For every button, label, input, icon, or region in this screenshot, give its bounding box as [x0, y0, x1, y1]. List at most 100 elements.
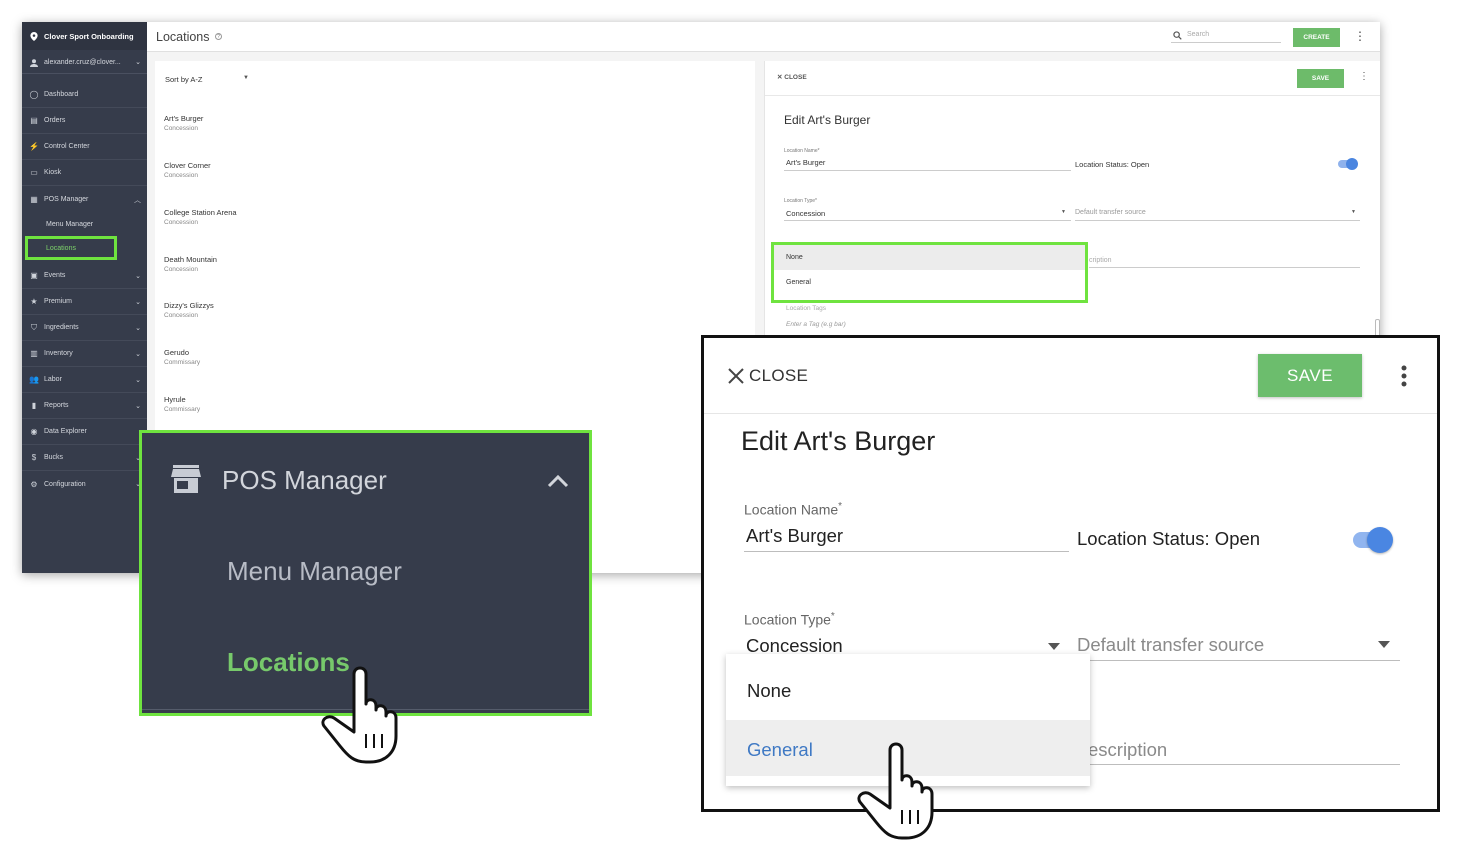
bar-chart-icon: ▮	[31, 401, 37, 410]
description-field[interactable]: escription	[1088, 739, 1167, 761]
sidebar-item-data-explorer[interactable]: ◉ Data Explorer	[22, 419, 147, 445]
menu-manager-link[interactable]: Menu Manager	[227, 556, 402, 587]
calendar-icon: ▣	[30, 271, 38, 280]
location-name-field[interactable]: Art's Burger	[746, 525, 843, 547]
sidebar-item-locations[interactable]: Locations	[25, 236, 117, 260]
location-type: Concession	[164, 219, 198, 226]
sidebar-item-label: Locations	[46, 244, 76, 252]
close-icon[interactable]	[726, 366, 746, 386]
transfer-source-select[interactable]: Default transfer source	[1077, 634, 1264, 656]
location-name: Clover Corner	[164, 161, 211, 170]
location-status-toggle[interactable]	[1338, 158, 1358, 170]
chevron-down-icon: ⌄	[135, 325, 141, 332]
sidebar-item-label: Inventory	[44, 350, 73, 357]
zoom-callout-edit-panel: CLOSE SAVE Edit Art's Burger Location Na…	[701, 335, 1440, 812]
sidebar-item-dashboard[interactable]: ◯ Dashboard	[22, 82, 147, 108]
sidebar-item-label: Kiosk	[44, 169, 62, 176]
chevron-up-icon[interactable]	[546, 473, 570, 489]
option-none[interactable]: None	[774, 245, 1085, 270]
chevron-down-icon: ⌄	[135, 59, 141, 66]
more-vert-icon[interactable]: ⋮	[1359, 71, 1369, 82]
people-icon: 👥	[29, 375, 39, 384]
dropdown-arrow-icon: ▼	[243, 75, 249, 81]
help-icon[interactable]: ?	[215, 33, 222, 40]
location-type-select[interactable]: Concession	[786, 209, 825, 218]
location-status-label: Location Status: Open	[1077, 528, 1261, 549]
pos-manager-label[interactable]: POS Manager	[222, 465, 387, 496]
location-type: Concession	[164, 266, 198, 273]
sidebar-item-control-center[interactable]: ⚡ Control Center	[22, 134, 147, 160]
location-name: Dizzy's Glizzys	[164, 301, 214, 310]
sidebar-item-ingredients[interactable]: ⛉ Ingredients ⌄	[22, 315, 147, 341]
sidebar-item-label: Premium	[44, 298, 73, 305]
field-underline	[784, 220, 1071, 221]
field-underline	[744, 551, 1069, 552]
edit-title: Edit Art's Burger	[784, 113, 871, 127]
edit-title: Edit Art's Burger	[741, 426, 936, 456]
sidebar-item-events[interactable]: ▣ Events ⌄	[22, 263, 147, 289]
dropdown-arrow-icon	[1378, 641, 1390, 648]
sort-select[interactable]: Sort by A-Z	[165, 75, 203, 84]
field-underline	[1075, 220, 1360, 221]
location-type-menu: None General	[771, 242, 1088, 303]
store-icon	[171, 465, 201, 493]
field-underline	[1088, 764, 1400, 765]
chevron-up-icon: ︿	[134, 197, 141, 204]
sidebar-item-menu-manager[interactable]: Menu Manager	[22, 211, 147, 237]
pointer-hand-icon	[321, 666, 398, 764]
list-item[interactable]: Death Mountain Concession	[164, 255, 744, 295]
list-item[interactable]: Hyrule Commissary	[164, 395, 744, 435]
option-general[interactable]: General	[774, 270, 1085, 295]
sidebar-item-label: Menu Manager	[46, 220, 94, 228]
transfer-source-select[interactable]: Default transfer source	[1075, 209, 1146, 216]
location-tags-input[interactable]: Enter a Tag (e.g bar)	[786, 321, 846, 328]
list-item[interactable]: College Station Arena Concession	[164, 208, 744, 248]
sidebar-item-orders[interactable]: ▤ Orders	[22, 108, 147, 134]
list-item[interactable]: Gerudo Commissary	[164, 348, 744, 388]
field-underline	[1076, 660, 1400, 661]
sidebar-item-label: Orders	[44, 117, 66, 124]
sidebar-item-label: Bucks	[44, 454, 64, 461]
location-name: Gerudo	[164, 348, 190, 357]
sidebar-item-bucks[interactable]: $ Bucks ⌄	[22, 445, 147, 471]
sidebar-item-pos-manager[interactable]: ▦ POS Manager ︿	[22, 186, 147, 212]
search-input[interactable]: Search	[1171, 29, 1281, 43]
dropdown-arrow-icon: ▼	[1351, 209, 1356, 215]
option-none[interactable]: None	[726, 654, 1090, 720]
chevron-down-icon: ⌄	[135, 403, 141, 410]
list-item[interactable]: Clover Corner Concession	[164, 161, 744, 201]
more-vert-icon[interactable]	[1400, 364, 1408, 388]
description-field[interactable]: cription	[1089, 257, 1112, 264]
location-type-label: Location Type*	[784, 198, 817, 204]
more-vert-icon[interactable]: ⋮	[1354, 29, 1366, 43]
location-name-field[interactable]: Art's Burger	[786, 158, 825, 167]
sidebar-item-inventory[interactable]: ▥ Inventory ⌄	[22, 341, 147, 367]
sidebar-item-kiosk[interactable]: ▭ Kiosk	[22, 160, 147, 186]
sidebar-item-premium[interactable]: ★ Premium ⌄	[22, 289, 147, 315]
sidebar-item-label: Data Explorer	[44, 428, 87, 435]
sidebar-item-labor[interactable]: 👥 Labor ⌄	[22, 367, 147, 393]
close-button[interactable]: CLOSE	[749, 366, 808, 386]
sidebar-item-label: Dashboard	[44, 91, 79, 98]
search-placeholder: Search	[1187, 31, 1210, 38]
create-button[interactable]: CREATE	[1293, 28, 1340, 47]
divider	[704, 413, 1437, 414]
location-name-label: Location Name*	[784, 148, 820, 154]
location-name: Death Mountain	[164, 255, 217, 264]
search-icon	[1173, 31, 1182, 40]
close-button[interactable]: ✕ CLOSE	[777, 73, 807, 81]
toggle-knob[interactable]	[1367, 527, 1393, 553]
sidebar-item-reports[interactable]: ▮ Reports ⌄	[22, 393, 147, 419]
list-item[interactable]: Dizzy's Glizzys Concession	[164, 301, 744, 341]
list-item[interactable]: Art's Burger Concession	[164, 114, 744, 154]
user-icon	[30, 58, 38, 67]
user-menu[interactable]: alexander.cruz@clover... ⌄	[22, 52, 147, 74]
sidebar-item-label: Control Center	[44, 143, 90, 150]
save-button[interactable]: SAVE	[1258, 354, 1362, 397]
orders-icon: ▤	[30, 116, 38, 125]
inventory-icon: ▥	[30, 349, 38, 358]
location-name: Art's Burger	[164, 114, 204, 123]
save-button[interactable]: SAVE	[1297, 69, 1344, 88]
sidebar-item-configuration[interactable]: ⚙ Configuration ⌄	[22, 471, 147, 497]
org-switcher[interactable]: Clover Sport Onboarding	[22, 22, 147, 50]
